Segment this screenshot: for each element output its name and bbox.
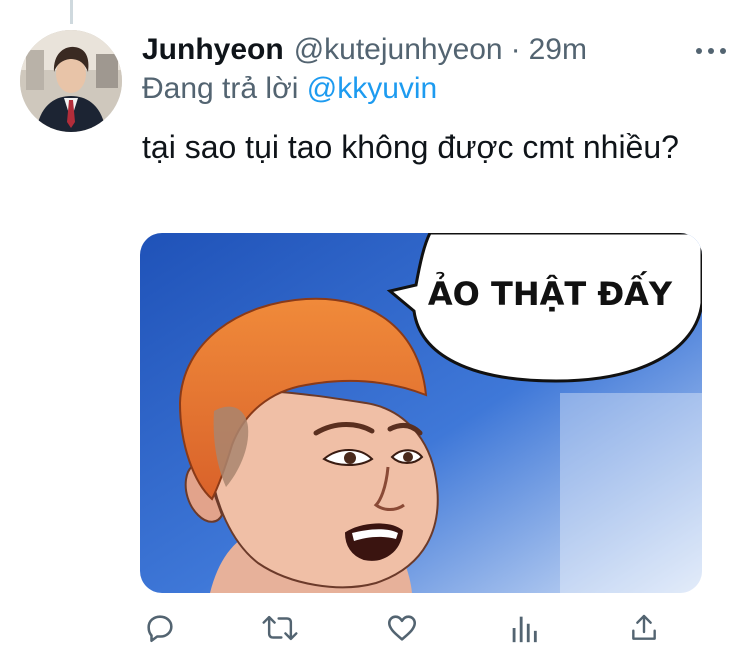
analytics-button[interactable]	[504, 608, 544, 648]
reply-button[interactable]	[140, 608, 180, 648]
more-options-icon[interactable]	[696, 36, 726, 66]
tweet-actions	[140, 608, 664, 648]
tweet-media-image[interactable]: ẢO THẬT ĐẤY	[140, 233, 702, 593]
tweet-header: Junhyeon @kutejunhyeon · 29m	[142, 28, 726, 72]
analytics-icon	[512, 616, 537, 643]
share-button[interactable]	[624, 608, 664, 648]
share-icon	[632, 614, 656, 640]
separator-dot: ·	[510, 33, 521, 66]
retweet-icon	[262, 615, 298, 641]
reply-icon	[147, 615, 173, 643]
thread-line	[70, 0, 73, 24]
comic-illustration: ẢO THẬT ĐẤY	[140, 233, 702, 593]
tweet-timestamp[interactable]: 29m	[529, 33, 587, 67]
author-name[interactable]: Junhyeon	[142, 33, 284, 67]
retweet-button[interactable]	[260, 608, 300, 648]
like-icon	[387, 615, 417, 641]
author-handle[interactable]: @kutejunhyeon	[294, 33, 503, 67]
avatar[interactable]	[20, 30, 122, 132]
avatar-image	[20, 30, 122, 132]
reply-prefix: Đang trả lời	[142, 72, 299, 105]
tweet: Junhyeon @kutejunhyeon · 29m Đang trả lờ…	[0, 0, 750, 654]
reply-mention-link[interactable]: @kkyuvin	[307, 72, 438, 105]
tweet-text: tại sao tụi tao không được cmt nhiều?	[142, 129, 679, 165]
reply-context: Đang trả lời @kkyuvin	[142, 72, 437, 106]
speech-bubble-text: ẢO THẬT ĐẤY	[428, 271, 673, 313]
like-button[interactable]	[382, 608, 422, 648]
